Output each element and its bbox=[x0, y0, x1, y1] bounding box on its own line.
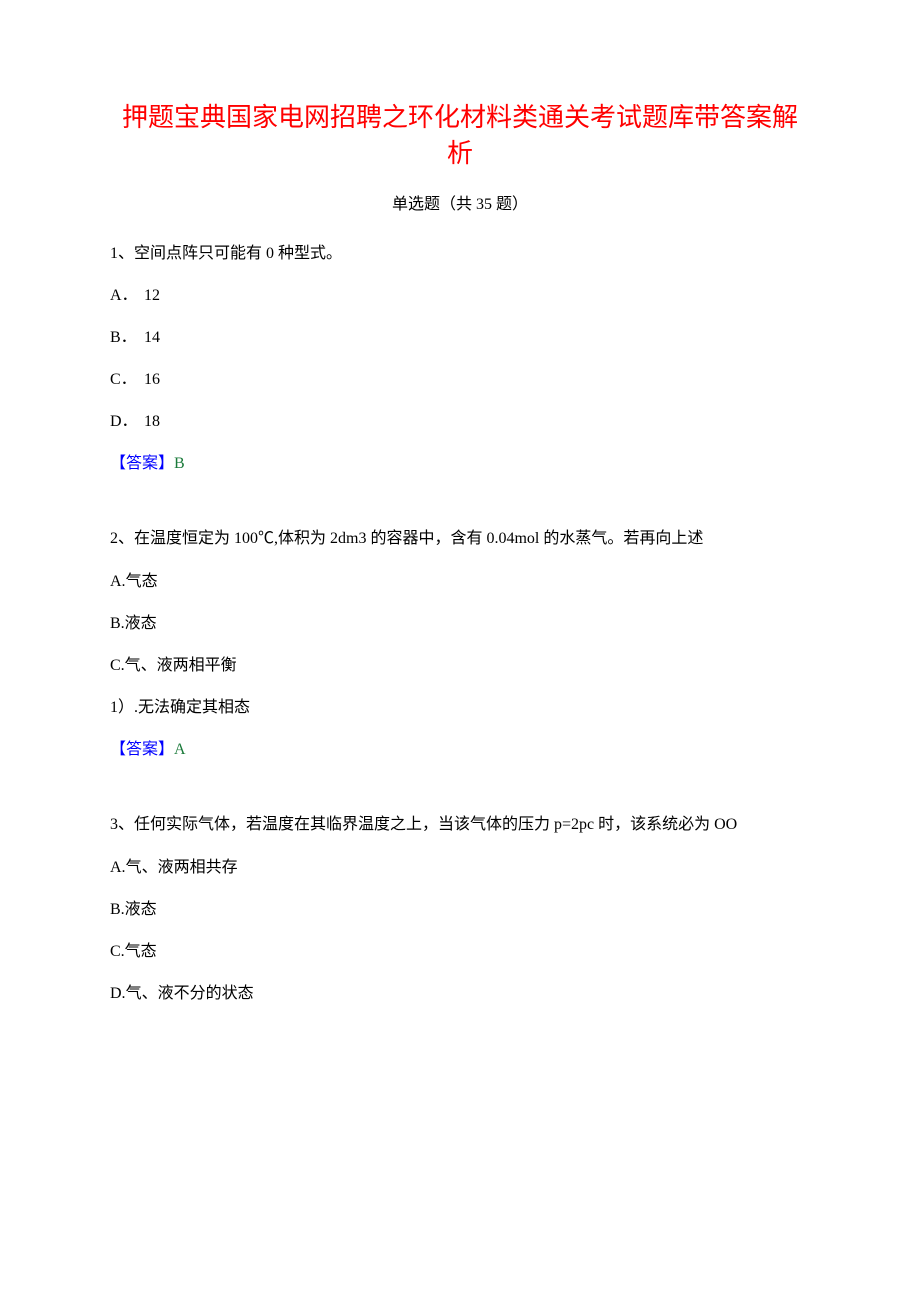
option-text: 无法确定其相态 bbox=[138, 699, 250, 716]
option-text: 气态 bbox=[125, 943, 157, 960]
option-text: 18 bbox=[144, 413, 160, 430]
section-subtitle: 单选题（共 35 题） bbox=[110, 193, 810, 217]
option: D.气、液不分的状态 bbox=[110, 982, 810, 1006]
option-prefix: A. bbox=[110, 859, 126, 876]
answer-value: B bbox=[174, 455, 185, 472]
answer-value: A bbox=[174, 741, 186, 758]
option-prefix: B. bbox=[110, 901, 125, 918]
option-text: 12 bbox=[144, 287, 160, 304]
option: B.液态 bbox=[110, 612, 810, 636]
document-title: 押题宝典国家电网招聘之环化材料类通关考试题库带答案解析 bbox=[110, 100, 810, 173]
option-text: 气、液两相平衡 bbox=[125, 657, 237, 674]
answer: 【答案】A bbox=[110, 738, 810, 762]
option: 1）.无法确定其相态 bbox=[110, 696, 810, 720]
option-text: 液态 bbox=[125, 901, 157, 918]
option-prefix: D． bbox=[110, 410, 144, 434]
option-text: 14 bbox=[144, 329, 160, 346]
question-text: 1、空间点阵只可能有 0 种型式。 bbox=[110, 241, 810, 267]
option: A.气态 bbox=[110, 570, 810, 594]
question-block: 1、空间点阵只可能有 0 种型式。 A．12 B．14 C．16 D．18 【答… bbox=[110, 241, 810, 477]
answer: 【答案】B bbox=[110, 452, 810, 476]
option-text: 气、液两相共存 bbox=[126, 859, 238, 876]
option-prefix: B． bbox=[110, 326, 144, 350]
option: A.气、液两相共存 bbox=[110, 856, 810, 880]
answer-label: 【答案】 bbox=[110, 741, 174, 758]
option-prefix: C. bbox=[110, 943, 125, 960]
option: C．16 bbox=[110, 368, 810, 392]
option-prefix: B. bbox=[110, 615, 125, 632]
option: C.气、液两相平衡 bbox=[110, 654, 810, 678]
option-prefix: 1）. bbox=[110, 699, 138, 716]
option-prefix: D. bbox=[110, 985, 126, 1002]
option-prefix: A. bbox=[110, 573, 126, 590]
question-text: 3、任何实际气体，若温度在其临界温度之上，当该气体的压力 p=2pc 时，该系统… bbox=[110, 812, 810, 838]
question-block: 3、任何实际气体，若温度在其临界温度之上，当该气体的压力 p=2pc 时，该系统… bbox=[110, 812, 810, 1006]
option: D．18 bbox=[110, 410, 810, 434]
option: B．14 bbox=[110, 326, 810, 350]
option: C.气态 bbox=[110, 940, 810, 964]
option-text: 液态 bbox=[125, 615, 157, 632]
option: A．12 bbox=[110, 284, 810, 308]
option-prefix: A． bbox=[110, 284, 144, 308]
option-text: 气、液不分的状态 bbox=[126, 985, 254, 1002]
answer-label: 【答案】 bbox=[110, 455, 174, 472]
option-text: 气态 bbox=[126, 573, 158, 590]
option: B.液态 bbox=[110, 898, 810, 922]
option-text: 16 bbox=[144, 371, 160, 388]
question-block: 2、在温度恒定为 100℃,体积为 2dm3 的容器中，含有 0.04mol 的… bbox=[110, 526, 810, 762]
option-prefix: C. bbox=[110, 657, 125, 674]
question-text: 2、在温度恒定为 100℃,体积为 2dm3 的容器中，含有 0.04mol 的… bbox=[110, 526, 810, 552]
option-prefix: C． bbox=[110, 368, 144, 392]
